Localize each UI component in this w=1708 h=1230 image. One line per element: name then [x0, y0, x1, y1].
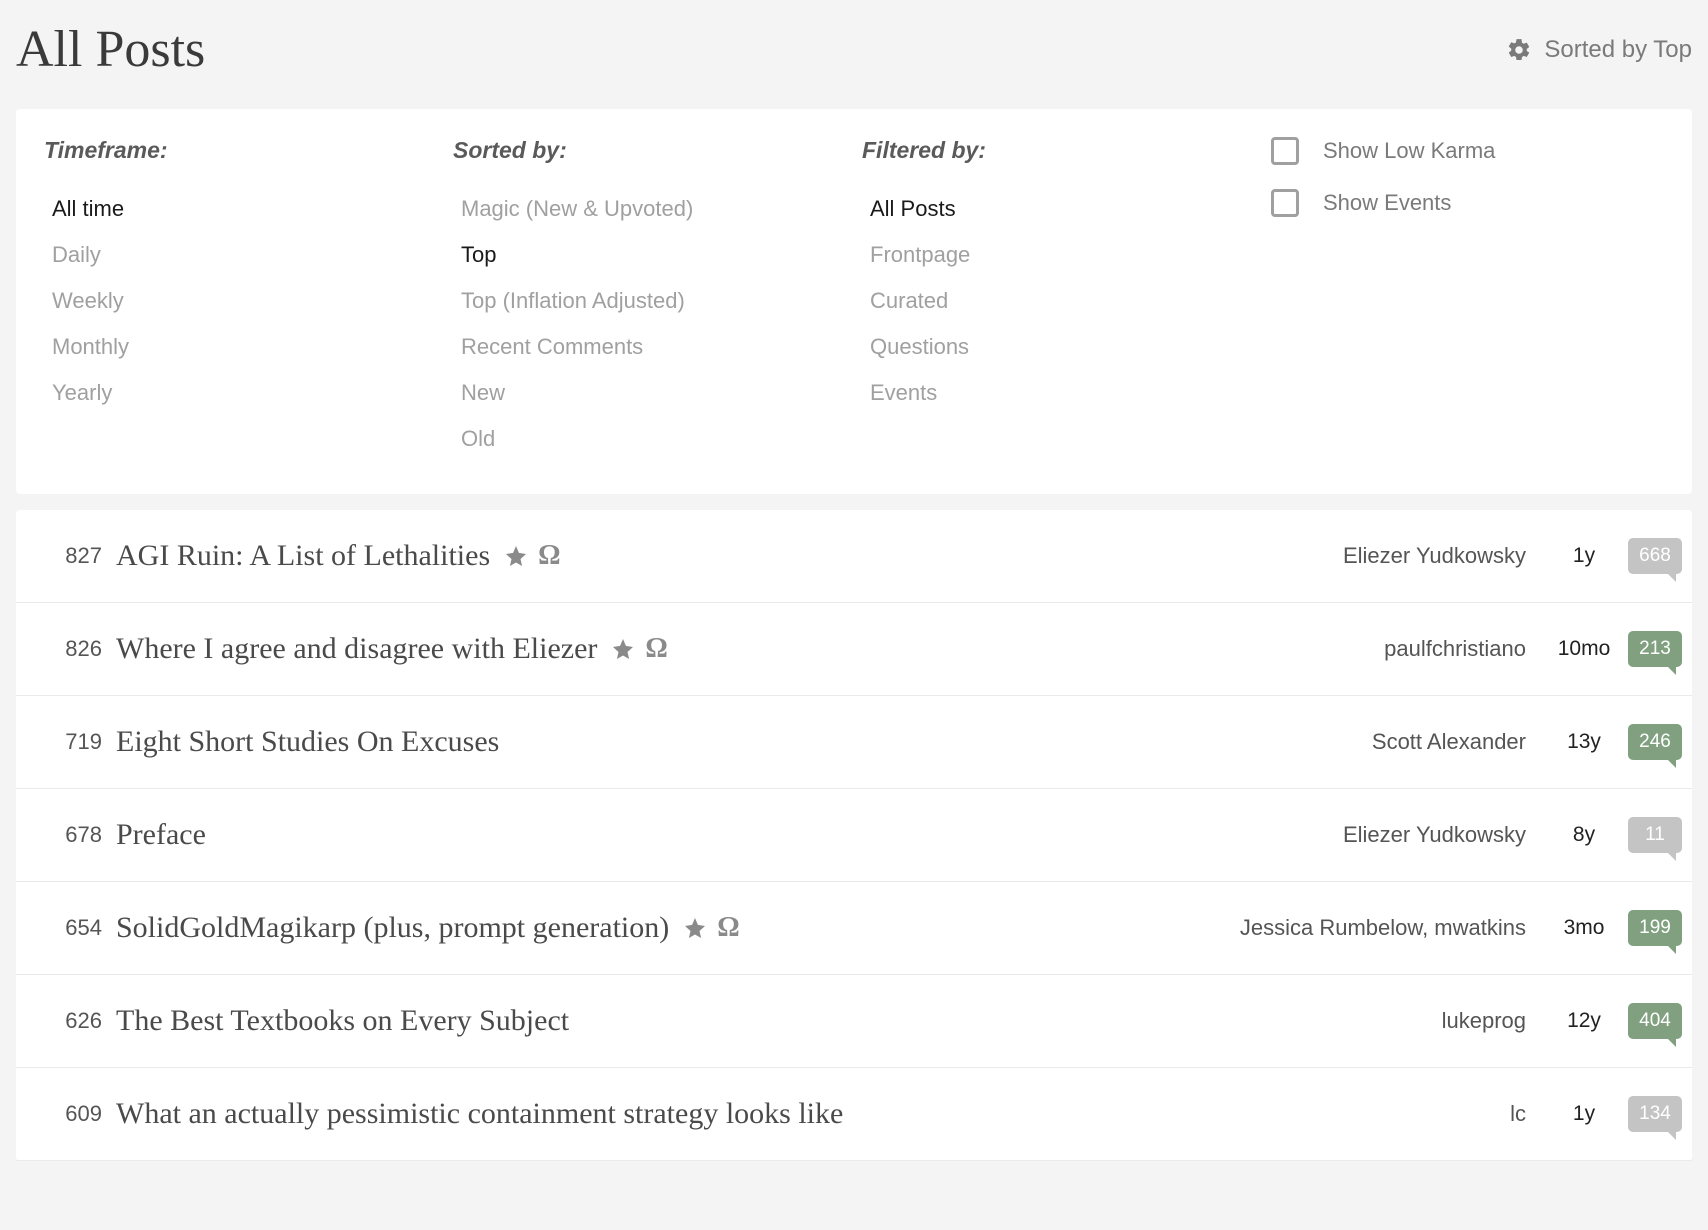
filteredby-heading: Filtered by:: [862, 137, 1263, 164]
post-row[interactable]: 827 AGI Ruin: A List of Lethalities Ω Eliez…: [16, 510, 1692, 603]
post-author[interactable]: lukeprog: [1442, 1008, 1526, 1034]
post-row[interactable]: 826 Where I agree and disagree with Eliez…: [16, 603, 1692, 696]
post-karma[interactable]: 827: [40, 543, 102, 569]
sortedby-option[interactable]: Magic (New & Upvoted): [453, 186, 854, 232]
post-row[interactable]: 626 The Best Textbooks on Every Subject lu…: [16, 975, 1692, 1068]
comment-count: 134: [1639, 1103, 1671, 1125]
post-author[interactable]: lc: [1510, 1101, 1526, 1127]
post-karma[interactable]: 609: [40, 1101, 102, 1127]
post-row[interactable]: 678 Preface Eliezer Yudkowsky 8y 11: [16, 789, 1692, 882]
post-icons: Ω: [504, 542, 560, 570]
checkbox-show-low-karma[interactable]: Show Low Karma: [1271, 137, 1672, 165]
post-row[interactable]: 654 SolidGoldMagikarp (plus, prompt gener…: [16, 882, 1692, 975]
sort-indicator-label: Sorted by Top: [1544, 36, 1692, 64]
post-author[interactable]: Eliezer Yudkowsky: [1343, 543, 1526, 569]
timeframe-heading: Timeframe:: [44, 137, 445, 164]
sortedby-option[interactable]: Recent Comments: [453, 324, 854, 370]
post-title[interactable]: AGI Ruin: A List of Lethalities: [116, 539, 490, 573]
checkbox-icon: [1271, 189, 1299, 217]
omega-icon: Ω: [645, 635, 667, 663]
filteredby-option[interactable]: Frontpage: [862, 232, 1263, 278]
page-title: All Posts: [16, 20, 205, 79]
sortedby-option[interactable]: Top (Inflation Adjusted): [453, 278, 854, 324]
sortedby-option[interactable]: Old: [453, 416, 854, 462]
post-row[interactable]: 609 What an actually pessimistic containm…: [16, 1068, 1692, 1161]
comment-count-bubble[interactable]: 11: [1628, 817, 1682, 853]
timeframe-option[interactable]: Monthly: [44, 324, 445, 370]
sort-settings-button[interactable]: Sorted by Top: [1506, 36, 1692, 64]
post-icons: Ω: [683, 914, 739, 942]
post-title[interactable]: What an actually pessimistic containment…: [116, 1097, 843, 1131]
post-age: 1y: [1544, 1102, 1624, 1126]
post-row[interactable]: 719 Eight Short Studies On Excuses Scott A…: [16, 696, 1692, 789]
post-author[interactable]: Eliezer Yudkowsky: [1343, 822, 1526, 848]
comment-count-bubble[interactable]: 213: [1628, 631, 1682, 667]
filteredby-option[interactable]: Events: [862, 370, 1263, 416]
post-age: 8y: [1544, 823, 1624, 847]
post-karma[interactable]: 719: [40, 729, 102, 755]
post-karma[interactable]: 654: [40, 915, 102, 941]
comment-count: 668: [1639, 545, 1671, 567]
filteredby-option[interactable]: Questions: [862, 324, 1263, 370]
checkbox-show-events[interactable]: Show Events: [1271, 189, 1672, 217]
checkbox-label: Show Low Karma: [1323, 138, 1495, 164]
checkboxes-col: Show Low Karma Show Events: [1263, 137, 1672, 462]
post-title[interactable]: Where I agree and disagree with Eliezer: [116, 632, 597, 666]
post-age: 13y: [1544, 730, 1624, 754]
comment-count-bubble[interactable]: 668: [1628, 538, 1682, 574]
comment-count: 246: [1639, 731, 1671, 753]
comment-count-bubble[interactable]: 199: [1628, 910, 1682, 946]
timeframe-col: Timeframe: All timeDailyWeeklyMonthlyYea…: [36, 137, 445, 462]
filteredby-option[interactable]: All Posts: [862, 186, 1263, 232]
comment-count: 213: [1639, 638, 1671, 660]
post-icons: Ω: [611, 635, 667, 663]
sortedby-heading: Sorted by:: [453, 137, 854, 164]
filters-panel: Timeframe: All timeDailyWeeklyMonthlyYea…: [16, 109, 1692, 494]
timeframe-option[interactable]: Yearly: [44, 370, 445, 416]
timeframe-option[interactable]: All time: [44, 186, 445, 232]
post-age: 10mo: [1544, 637, 1624, 661]
filteredby-option[interactable]: Curated: [862, 278, 1263, 324]
post-age: 1y: [1544, 544, 1624, 568]
post-title[interactable]: SolidGoldMagikarp (plus, prompt generati…: [116, 911, 669, 945]
comment-count-bubble[interactable]: 404: [1628, 1003, 1682, 1039]
post-title[interactable]: The Best Textbooks on Every Subject: [116, 1004, 569, 1038]
comment-count: 404: [1639, 1010, 1671, 1032]
post-karma[interactable]: 678: [40, 822, 102, 848]
star-icon: [683, 916, 707, 940]
checkbox-icon: [1271, 137, 1299, 165]
posts-list: 827 AGI Ruin: A List of Lethalities Ω Eliez…: [16, 510, 1692, 1161]
star-icon: [504, 544, 528, 568]
sortedby-col: Sorted by: Magic (New & Upvoted)TopTop (…: [445, 137, 854, 462]
post-author[interactable]: Scott Alexander: [1372, 729, 1526, 755]
post-author[interactable]: paulfchristiano: [1384, 636, 1526, 662]
gear-icon: [1506, 37, 1532, 63]
post-title[interactable]: Eight Short Studies On Excuses: [116, 725, 499, 759]
post-karma[interactable]: 626: [40, 1008, 102, 1034]
comment-count-bubble[interactable]: 246: [1628, 724, 1682, 760]
comment-count: 11: [1645, 824, 1665, 846]
post-author[interactable]: Jessica Rumbelow, mwatkins: [1240, 915, 1526, 941]
sortedby-option[interactable]: Top: [453, 232, 854, 278]
timeframe-option[interactable]: Daily: [44, 232, 445, 278]
omega-icon: Ω: [538, 542, 560, 570]
star-icon: [611, 637, 635, 661]
post-age: 3mo: [1544, 916, 1624, 940]
checkbox-label: Show Events: [1323, 190, 1451, 216]
filteredby-col: Filtered by: All PostsFrontpageCuratedQu…: [854, 137, 1263, 462]
comment-count-bubble[interactable]: 134: [1628, 1096, 1682, 1132]
sortedby-option[interactable]: New: [453, 370, 854, 416]
omega-icon: Ω: [717, 914, 739, 942]
post-age: 12y: [1544, 1009, 1624, 1033]
comment-count: 199: [1639, 917, 1671, 939]
post-title[interactable]: Preface: [116, 818, 206, 852]
timeframe-option[interactable]: Weekly: [44, 278, 445, 324]
post-karma[interactable]: 826: [40, 636, 102, 662]
